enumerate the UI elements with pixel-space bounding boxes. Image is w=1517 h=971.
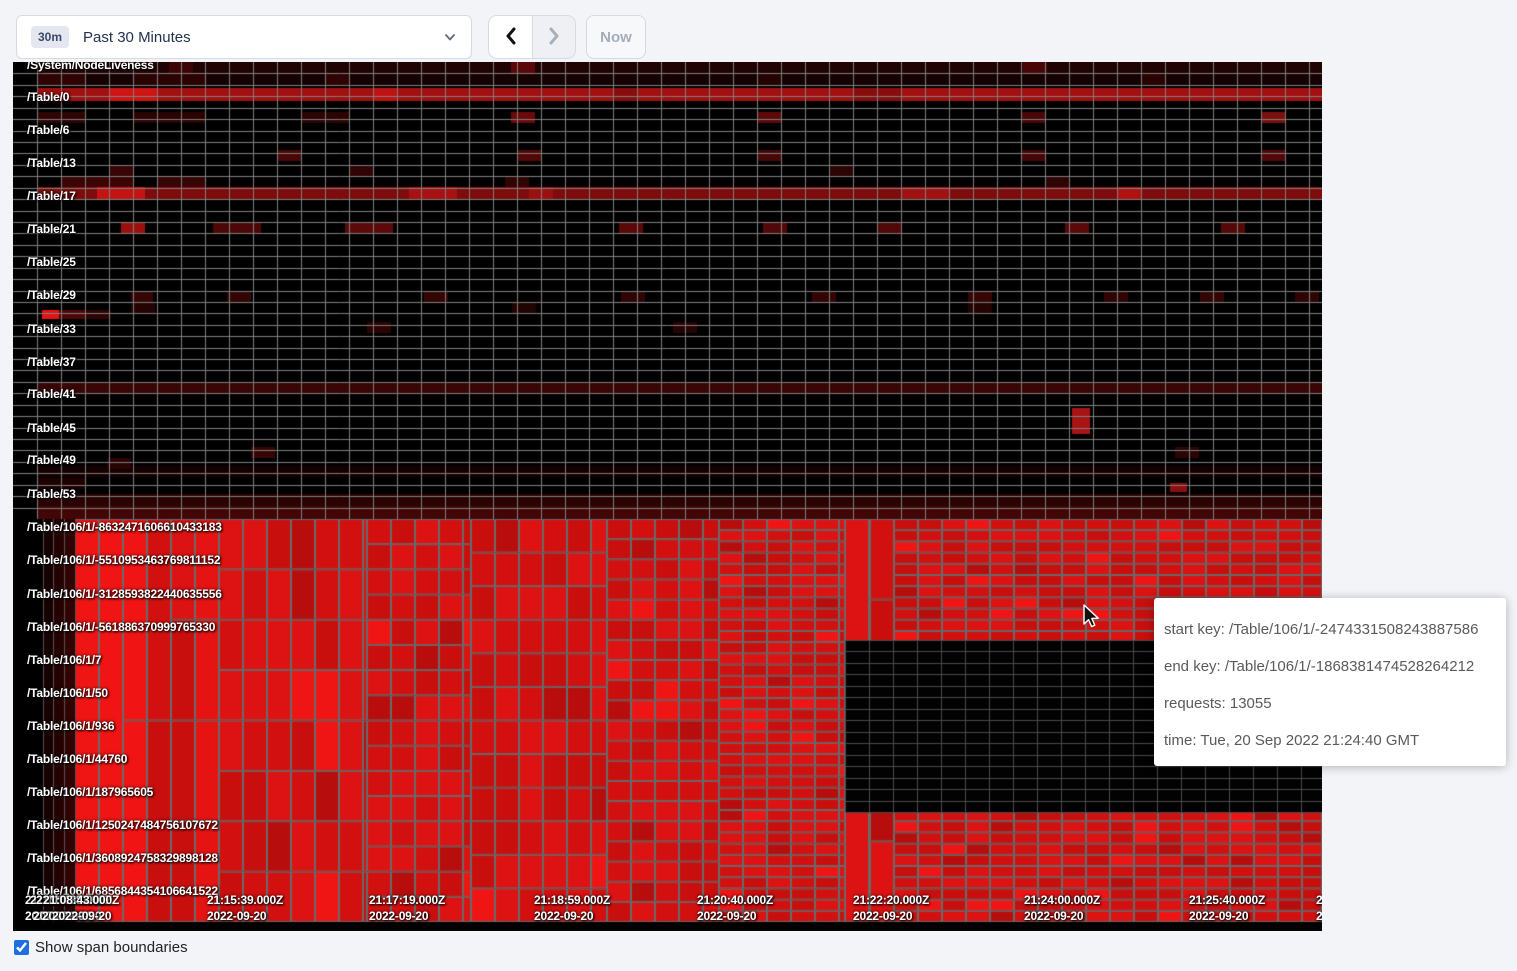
now-button[interactable]: Now <box>586 15 646 59</box>
chevron-left-icon <box>503 26 519 49</box>
tooltip-time: time: Tue, 20 Sep 2022 21:24:40 GMT <box>1164 722 1496 759</box>
chevron-right-icon <box>546 26 562 49</box>
heatmap-canvas[interactable] <box>13 62 1322 931</box>
time-window-label: Past 30 Minutes <box>83 29 443 46</box>
hover-tooltip: start key: /Table/106/1/-247433150824388… <box>1154 598 1506 766</box>
time-window-badge: 30m <box>31 26 69 48</box>
tooltip-end-key: end key: /Table/106/1/-18683814745282642… <box>1164 648 1496 685</box>
tooltip-requests: requests: 13055 <box>1164 685 1496 722</box>
show-span-boundaries-label: Show span boundaries <box>35 939 188 956</box>
tooltip-start-key: start key: /Table/106/1/-247433150824388… <box>1164 611 1496 648</box>
time-nav-group <box>488 15 576 59</box>
show-span-boundaries-checkbox[interactable] <box>14 940 29 955</box>
next-window-button[interactable] <box>532 16 575 58</box>
show-span-boundaries-row[interactable]: Show span boundaries <box>14 939 188 956</box>
toolbar: 30m Past 30 Minutes Now <box>0 0 1517 62</box>
time-window-select[interactable]: 30m Past 30 Minutes <box>16 15 472 59</box>
key-visualizer: /System/NodeLiveness/Table/0/Table/6/Tab… <box>0 62 1322 931</box>
prev-window-button[interactable] <box>489 16 532 58</box>
chevron-down-icon <box>443 30 457 44</box>
